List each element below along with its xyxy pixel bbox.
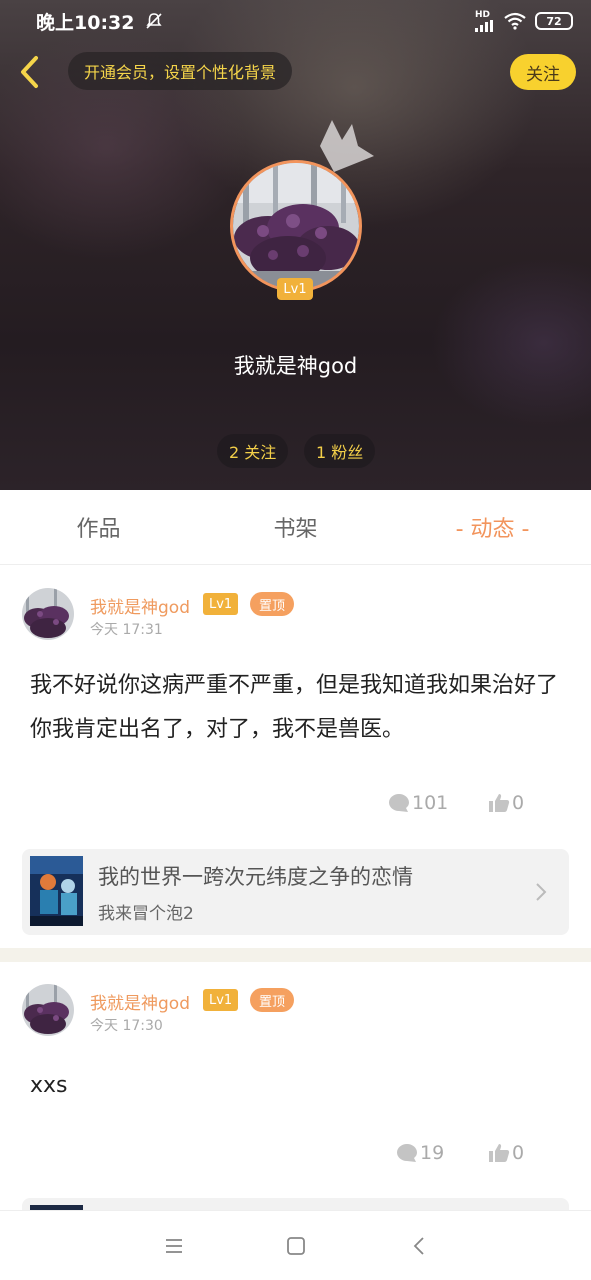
fans-count[interactable]: 1 粉丝 — [304, 434, 376, 468]
avatar[interactable] — [22, 984, 74, 1036]
tab-works[interactable]: 作品 — [0, 490, 197, 564]
tab-bookshelf[interactable]: 书架 — [197, 490, 394, 564]
network-label: HD — [475, 9, 491, 20]
battery-indicator: 72 — [535, 12, 573, 30]
like-icon — [489, 794, 510, 812]
comment-count: 19 — [420, 1142, 445, 1164]
work-title: 我的世界一跨次元纬度之争的恋情 — [98, 865, 413, 889]
vip-prompt-text: 开通会员，设置个性化背景 — [84, 63, 277, 82]
vip-background-prompt[interactable]: 开通会员，设置个性化背景 — [68, 52, 293, 90]
back-arrow-icon — [21, 56, 38, 88]
chevron-right-icon — [536, 883, 547, 901]
profile-avatar[interactable] — [230, 160, 362, 292]
back-button[interactable] — [14, 52, 44, 92]
home-icon — [287, 1237, 305, 1255]
post-author[interactable]: 我就是神god — [90, 593, 190, 618]
post-content[interactable]: 我不好说你这病严重不严重，但是我知道我如果治好了你我肯定出名了，对了，我不是兽医… — [30, 664, 560, 752]
tab-activity[interactable]: - 动态 - — [394, 490, 591, 564]
status-time: 晚上10:32 — [36, 11, 135, 34]
comment-button[interactable]: 19 — [396, 1142, 444, 1164]
avatar-plant-image — [22, 984, 74, 1036]
profile-username: 我就是神god — [233, 354, 358, 378]
wifi-icon — [504, 12, 526, 30]
post-time: 今天 17:31 — [90, 622, 163, 638]
menu-icon — [166, 1239, 182, 1253]
post-author[interactable]: 我就是神god — [90, 989, 190, 1014]
linked-work-card[interactable] — [22, 1198, 569, 1210]
system-nav-bar — [0, 1210, 591, 1280]
like-button[interactable]: 0 — [488, 1142, 524, 1164]
status-icons: HD 72 — [475, 9, 573, 32]
menu-button[interactable] — [159, 1233, 189, 1259]
post-content[interactable]: xxs — [30, 1064, 560, 1108]
profile-header: 晚上10:32 HD 72 开通会员，设置个性化背景 关注 Lv1 我就是神go… — [0, 0, 591, 490]
like-icon — [489, 1144, 510, 1162]
avatar-plant-image — [233, 163, 359, 289]
comment-icon — [389, 794, 409, 812]
follow-button[interactable]: 关注 — [510, 54, 576, 90]
level-badge: Lv1 — [203, 593, 239, 615]
profile-tabs: 作品 书架 - 动态 - — [0, 490, 591, 565]
comment-icon — [397, 1144, 417, 1162]
profile-level-badge: Lv1 — [277, 278, 313, 300]
post-divider — [0, 948, 591, 962]
level-badge: Lv1 — [203, 989, 239, 1011]
signal-icon — [475, 19, 493, 32]
like-count: 0 — [512, 1142, 525, 1164]
home-button[interactable] — [281, 1233, 311, 1259]
avatar-plant-image — [22, 588, 74, 640]
like-button[interactable]: 0 — [488, 792, 524, 814]
comment-button[interactable]: 101 — [388, 792, 448, 814]
system-back-button[interactable] — [404, 1233, 434, 1259]
mute-icon — [146, 13, 163, 29]
pinned-badge: 置顶 — [250, 988, 295, 1012]
following-count[interactable]: 2 关注 — [217, 434, 289, 468]
comment-count: 101 — [412, 792, 449, 814]
work-cover-image — [30, 856, 83, 926]
work-subtitle: 我来冒个泡2 — [98, 904, 194, 924]
like-count: 0 — [512, 792, 525, 814]
feed-post[interactable]: 我就是神god Lv1 置顶 今天 17:31 我不好说你这病严重不严重，但是我… — [0, 566, 591, 948]
feed-post[interactable]: 我就是神god Lv1 置顶 今天 17:30 xxs 19 0 — [0, 962, 591, 1210]
post-time: 今天 17:30 — [90, 1018, 163, 1034]
status-bar: 晚上10:32 HD 72 — [0, 0, 591, 42]
pinned-badge: 置顶 — [250, 592, 295, 616]
back-icon — [413, 1237, 424, 1255]
avatar[interactable] — [22, 588, 74, 640]
linked-work-card[interactable]: 我的世界一跨次元纬度之争的恋情 我来冒个泡2 — [22, 849, 569, 935]
